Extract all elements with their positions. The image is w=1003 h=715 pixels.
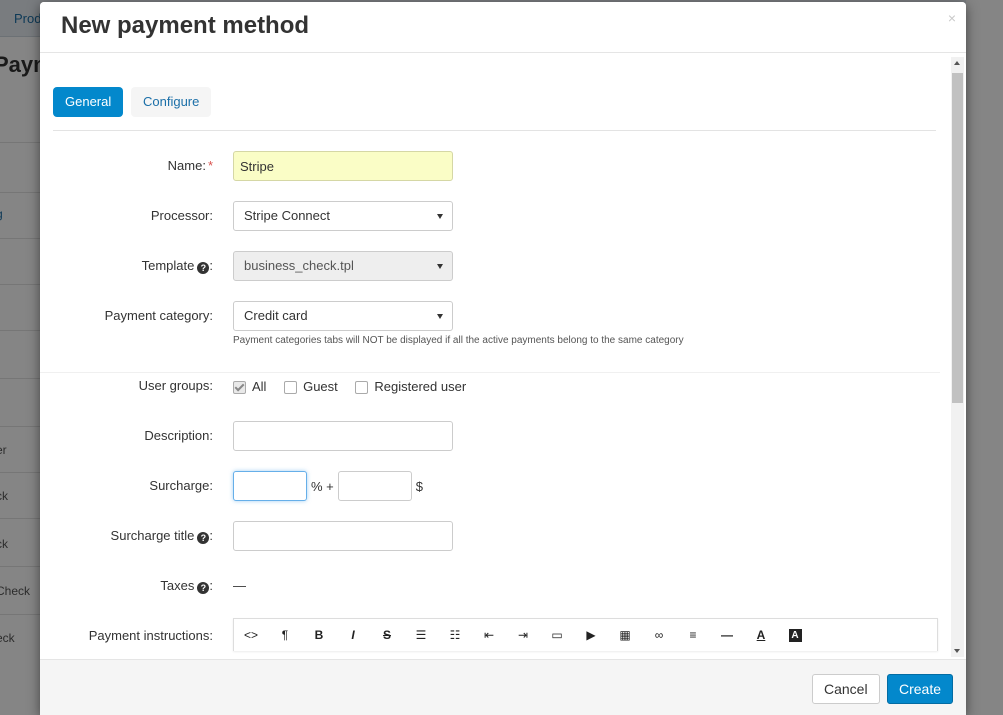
payment-category-selected-value: Credit card <box>244 308 308 323</box>
editor-toolbar: <> ¶ B I S ☰ ☷ ⇤ ⇥ ▭ ▶ ▦ ∞ ≡ — A A <box>233 618 938 651</box>
payment-instructions-label: Payment instructions: <box>88 628 213 643</box>
scroll-up-arrow-icon[interactable] <box>954 61 960 65</box>
payment-category-row: Payment category: Credit card Payment ca… <box>40 301 940 353</box>
processor-select[interactable]: Stripe Connect <box>233 201 453 231</box>
required-mark: * <box>207 158 213 173</box>
payment-category-hint: Payment categories tabs will NOT be disp… <box>233 335 684 346</box>
code-icon[interactable]: <> <box>234 619 268 651</box>
horizontal-rule-icon[interactable]: — <box>710 619 744 651</box>
surcharge-row: Surcharge: % + $ <box>40 471 940 501</box>
surcharge-title-row: Surcharge title?: <box>40 521 940 551</box>
outdent-icon[interactable]: ⇤ <box>472 619 506 651</box>
image-icon[interactable]: ▭ <box>540 619 574 651</box>
video-icon[interactable]: ▶ <box>574 619 608 651</box>
taxes-label: Taxes?: <box>160 578 213 594</box>
unordered-list-icon[interactable]: ☰ <box>404 619 438 651</box>
user-groups-label: User groups: <box>138 378 213 393</box>
scroll-down-arrow-icon[interactable] <box>954 649 960 653</box>
tab-configure[interactable]: Configure <box>131 87 212 117</box>
modal-title: New payment method <box>61 12 310 39</box>
cancel-button[interactable]: Cancel <box>812 674 880 704</box>
description-input[interactable] <box>233 421 453 451</box>
user-group-guest[interactable]: Guest <box>284 372 338 402</box>
surcharge-percent-input[interactable] <box>233 471 307 501</box>
chevron-down-icon <box>437 314 443 319</box>
modal-footer: Cancel Create <box>40 659 966 715</box>
tabs-divider <box>53 130 936 131</box>
align-icon[interactable]: ≡ <box>676 619 710 651</box>
background-color-icon[interactable]: A <box>778 619 812 651</box>
processor-row: Processor: Stripe Connect <box>40 201 940 231</box>
user-group-all[interactable]: All <box>233 372 266 402</box>
payment-category-label: Payment category: <box>104 308 213 323</box>
create-button[interactable]: Create <box>887 674 954 704</box>
payment-method-dialog: New payment method × General Configure N… <box>40 2 966 715</box>
template-row: Template?: business_check.tpl <box>40 251 940 281</box>
description-label: Description: <box>144 428 213 443</box>
user-groups-row: User groups: All Guest Registered user <box>40 371 940 401</box>
ordered-list-icon[interactable]: ☷ <box>438 619 472 651</box>
surcharge-fixed-input[interactable] <box>337 471 412 501</box>
modal-body: General Configure Name:* Processor: Stri… <box>40 53 966 659</box>
table-icon[interactable]: ▦ <box>608 619 642 651</box>
payment-category-select[interactable]: Credit card <box>233 301 453 331</box>
name-input[interactable] <box>233 151 453 181</box>
payment-instructions-row: Payment instructions: <> ¶ B I S ☰ ☷ ⇤ ⇥… <box>40 618 940 651</box>
processor-label: Processor: <box>150 208 213 223</box>
paragraph-icon[interactable]: ¶ <box>268 619 302 651</box>
modal-header: New payment method × <box>40 2 966 53</box>
user-group-registered[interactable]: Registered user <box>355 372 466 402</box>
surcharge-title-label: Surcharge title?: <box>110 528 213 544</box>
indent-icon[interactable]: ⇥ <box>506 619 540 651</box>
template-select: business_check.tpl <box>233 251 453 281</box>
surcharge-percent-unit: % + <box>311 478 334 494</box>
modal-scrollbar[interactable] <box>951 57 964 657</box>
surcharge-currency: $ <box>415 478 423 494</box>
font-color-icon[interactable]: A <box>744 619 778 651</box>
help-icon[interactable]: ? <box>197 532 210 544</box>
bold-icon[interactable]: B <box>302 619 336 651</box>
italic-icon[interactable]: I <box>336 619 370 651</box>
name-row: Name: * <box>40 151 940 181</box>
checkbox-guest[interactable] <box>284 380 298 394</box>
name-label: Name: * <box>167 158 213 173</box>
user-groups-checkboxes: All Guest Registered user <box>233 371 480 401</box>
close-icon[interactable]: × <box>948 10 956 26</box>
chevron-down-icon <box>437 264 443 269</box>
processor-selected-value: Stripe Connect <box>244 208 330 223</box>
chevron-down-icon <box>437 214 443 219</box>
template-label: Template?: <box>141 258 213 274</box>
description-row: Description: <box>40 421 940 451</box>
checkbox-registered-user[interactable] <box>355 380 369 394</box>
surcharge-title-input[interactable] <box>233 521 453 551</box>
strikethrough-icon[interactable]: S <box>370 619 404 651</box>
checkbox-all[interactable] <box>233 380 246 394</box>
surcharge-label: Surcharge: <box>149 478 213 493</box>
template-selected-value: business_check.tpl <box>244 258 354 273</box>
tab-general[interactable]: General <box>53 87 124 117</box>
taxes-value: — <box>233 578 246 593</box>
taxes-row: Taxes?: — <box>40 571 940 601</box>
help-icon[interactable]: ? <box>197 262 210 274</box>
link-icon[interactable]: ∞ <box>642 619 676 651</box>
help-icon[interactable]: ? <box>197 582 210 594</box>
scrollbar-thumb[interactable] <box>952 73 963 403</box>
